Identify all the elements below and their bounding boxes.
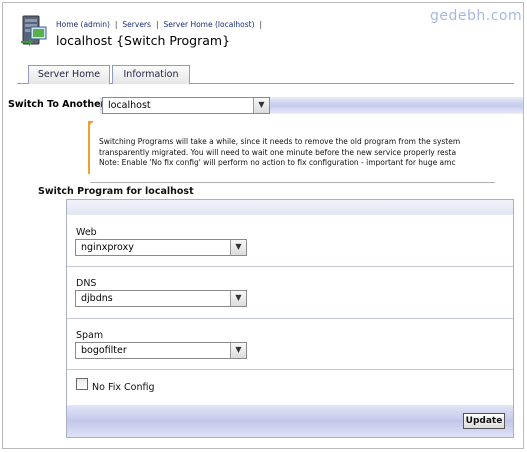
notice-divider xyxy=(90,182,495,183)
tab-server-home[interactable]: Server Home xyxy=(28,65,110,84)
server-switch-icon xyxy=(21,15,47,46)
breadcrumb-separator: | xyxy=(259,20,263,29)
breadcrumb: Home (admin) | Servers | Server Home (localh… xyxy=(56,20,267,29)
breadcrumb-servers-link[interactable]: Servers xyxy=(122,20,151,29)
dns-program-value: djbdns xyxy=(81,293,113,304)
row-divider xyxy=(67,266,513,267)
notice-line: Switching Programs will take a while, si… xyxy=(99,137,461,146)
watermark: gedebh.com xyxy=(430,8,523,24)
page-title: localhost {Switch Program} xyxy=(56,33,231,48)
chevron-down-icon: ▼ xyxy=(230,343,246,358)
switch-server-value: localhost xyxy=(108,100,151,111)
notice-box: Switching Programs will take a while, si… xyxy=(88,121,495,174)
update-button[interactable]: Update xyxy=(463,413,505,429)
notice-corner-icon xyxy=(88,121,94,127)
chevron-down-icon: ▼ xyxy=(253,98,269,113)
web-program-select[interactable]: nginxproxy ▼ xyxy=(75,239,247,256)
spam-program-select[interactable]: bogofilter ▼ xyxy=(75,342,247,359)
no-fix-config-label: No Fix Config xyxy=(92,382,155,393)
breadcrumb-separator: | xyxy=(155,20,159,29)
tab-information[interactable]: Information xyxy=(112,65,190,84)
notice-text: Switching Programs will take a while, si… xyxy=(99,137,460,169)
form-footer-bar xyxy=(67,405,513,437)
spam-program-value: bogofilter xyxy=(81,345,127,356)
row-divider xyxy=(67,369,513,370)
section-title: Switch Program for localhost xyxy=(38,186,194,197)
web-program-value: nginxproxy xyxy=(81,242,134,253)
breadcrumb-server-home-link[interactable]: Server Home (localhost) xyxy=(163,20,254,29)
dns-label: DNS xyxy=(76,278,97,289)
row-divider xyxy=(67,318,513,319)
breadcrumb-home-link[interactable]: Home (admin) xyxy=(56,20,110,29)
no-fix-config-checkbox[interactable] xyxy=(76,378,88,390)
chevron-down-icon: ▼ xyxy=(230,240,246,255)
dns-program-select[interactable]: djbdns ▼ xyxy=(75,290,247,307)
breadcrumb-separator: | xyxy=(114,20,118,29)
spam-label: Spam xyxy=(76,330,104,341)
panel-header-strip xyxy=(67,200,513,215)
notice-line: transparently migrated. You will need to… xyxy=(99,147,457,157)
chevron-down-icon: ▼ xyxy=(230,291,246,306)
switch-to-another-label: Switch To Another xyxy=(8,99,106,110)
switch-server-select[interactable]: localhost ▼ xyxy=(102,97,270,114)
web-label: Web xyxy=(76,227,97,238)
notice-line: Note: Enable 'No fix config' will perfor… xyxy=(99,158,456,167)
